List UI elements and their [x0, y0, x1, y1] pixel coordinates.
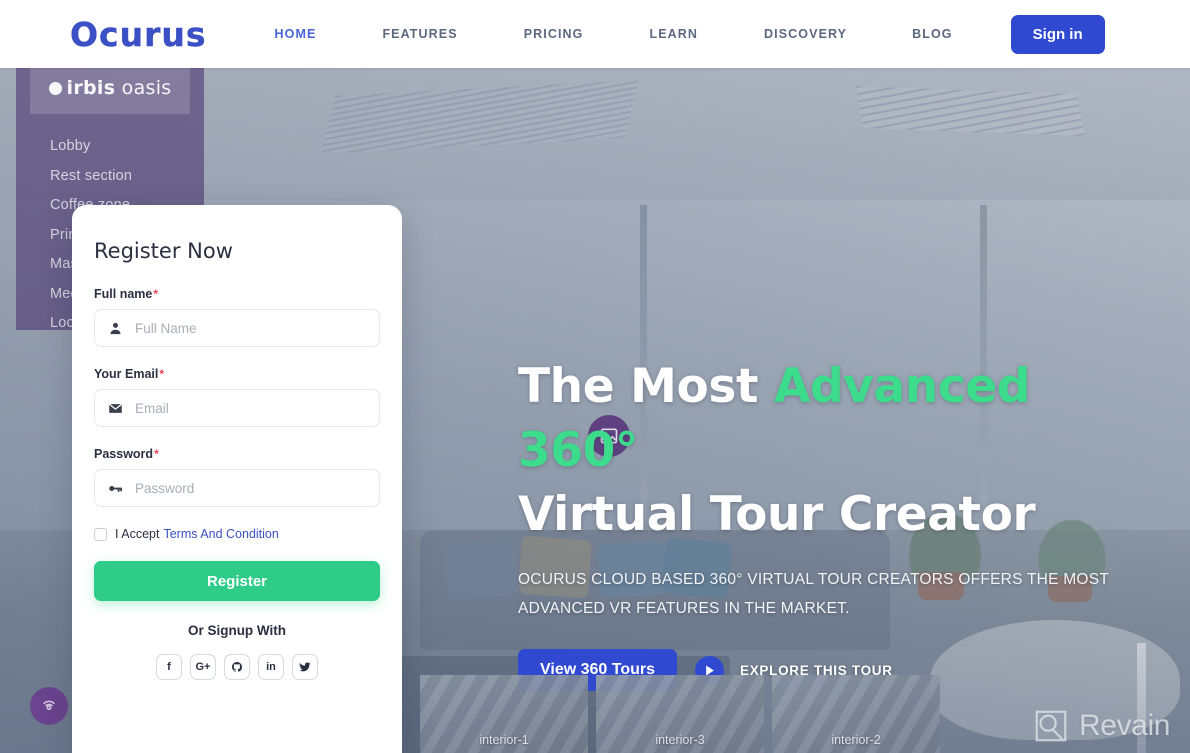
scene-thumbnail-interior-2[interactable]: interior-2	[772, 675, 940, 753]
tour-brand-text: irbis oasis	[48, 77, 172, 99]
hero-content: The Most Advanced 360° Virtual Tour Crea…	[518, 355, 1138, 691]
facebook-glyph: f	[167, 660, 171, 673]
email-input[interactable]	[135, 400, 379, 416]
google-plus-glyph: G+	[195, 660, 211, 673]
thumbnail-label: interior-2	[831, 733, 881, 747]
password-label: Password*	[94, 447, 380, 461]
password-input[interactable]	[135, 480, 379, 496]
hero-headline-line2: Virtual Tour Creator	[518, 487, 1036, 542]
nav-item-learn[interactable]: LEARN	[649, 19, 698, 49]
full-name-label-text: Full name	[94, 287, 153, 301]
main-nav: HOME FEATURES PRICING LEARN DISCOVERY BL…	[275, 14, 1105, 54]
vr-broadcast-icon[interactable]	[30, 687, 68, 725]
hero-headline-part1: The Most	[518, 359, 775, 414]
full-name-input[interactable]	[135, 320, 379, 336]
nav-item-discovery[interactable]: DISCOVERY	[764, 19, 847, 49]
revain-watermark-text: Revain	[1079, 709, 1170, 742]
register-submit-button[interactable]: Register	[94, 561, 380, 601]
linkedin-icon[interactable]: in	[258, 654, 284, 680]
password-label-text: Password	[94, 447, 154, 461]
tour-brand-mark-icon	[48, 82, 62, 95]
terms-and-conditions-link[interactable]: Terms And Condition	[163, 527, 278, 541]
person-icon	[95, 321, 135, 336]
linkedin-glyph: in	[266, 660, 276, 673]
nav-item-blog[interactable]: BLOG	[912, 19, 953, 49]
full-name-input-wrapper[interactable]	[94, 309, 380, 347]
register-form-card: Register Now Full name* Your Email* Pass…	[72, 205, 402, 753]
google-plus-icon[interactable]: G+	[190, 654, 216, 680]
nav-item-home[interactable]: HOME	[275, 19, 317, 49]
tour-brand-name-bold: irbis	[66, 77, 116, 99]
envelope-icon	[95, 401, 135, 416]
revain-logo-icon	[1035, 710, 1067, 742]
nav-item-features[interactable]: FEATURES	[382, 19, 457, 49]
tour-scene-item-lobby[interactable]: Lobby	[50, 138, 148, 154]
or-signup-with-label: Or Signup With	[187, 623, 287, 638]
full-name-label: Full name*	[94, 287, 380, 301]
scene-thumbnail-strip: interior-1 interior-3 interior-2	[420, 675, 940, 753]
scene-thumbnail-interior-3[interactable]: interior-3	[596, 675, 764, 753]
required-marker: *	[159, 367, 165, 381]
github-icon[interactable]	[224, 654, 250, 680]
scene-thumbnail-interior-1[interactable]: interior-1	[420, 675, 588, 753]
key-icon	[95, 481, 135, 496]
twitter-icon[interactable]	[292, 654, 318, 680]
revain-watermark: Revain	[1032, 707, 1170, 745]
email-label-text: Your Email	[94, 367, 159, 381]
accept-terms-text: I Accept	[115, 527, 160, 541]
register-form-title: Register Now	[94, 239, 233, 263]
top-navbar: Ocurus HOME FEATURES PRICING LEARN DISCO…	[0, 0, 1190, 68]
hero-headline: The Most Advanced 360° Virtual Tour Crea…	[518, 355, 1138, 547]
sign-in-button[interactable]: Sign in	[1010, 14, 1105, 54]
required-marker: *	[153, 287, 159, 301]
email-label: Your Email*	[94, 367, 380, 381]
nav-item-pricing[interactable]: PRICING	[524, 19, 584, 49]
required-marker: *	[154, 447, 159, 461]
tour-brand-logo: irbis oasis	[30, 62, 190, 114]
terms-accept-row: I Accept Terms And Condition	[94, 527, 380, 541]
tour-brand-name-light: oasis	[115, 77, 172, 99]
accept-terms-checkbox[interactable]	[94, 527, 107, 541]
scene-hashtag-sign: #Ажилхийхгое	[386, 432, 509, 450]
facebook-icon[interactable]: f	[156, 654, 182, 680]
page-root: Ocurus HOME FEATURES PRICING LEARN DISCO…	[0, 0, 1190, 753]
email-input-wrapper[interactable]	[94, 389, 380, 427]
brand-logo[interactable]: Ocurus	[70, 14, 207, 53]
social-signup-row: f G+ in	[94, 654, 380, 680]
password-input-wrapper[interactable]	[94, 469, 380, 507]
tour-scene-item-rest[interactable]: Rest section	[50, 168, 148, 184]
hero-subtitle: OCURUS CLOUD BASED 360° VIRTUAL TOUR CRE…	[518, 571, 1109, 617]
thumbnail-label: interior-1	[479, 733, 529, 747]
thumbnail-label: interior-3	[655, 733, 705, 747]
